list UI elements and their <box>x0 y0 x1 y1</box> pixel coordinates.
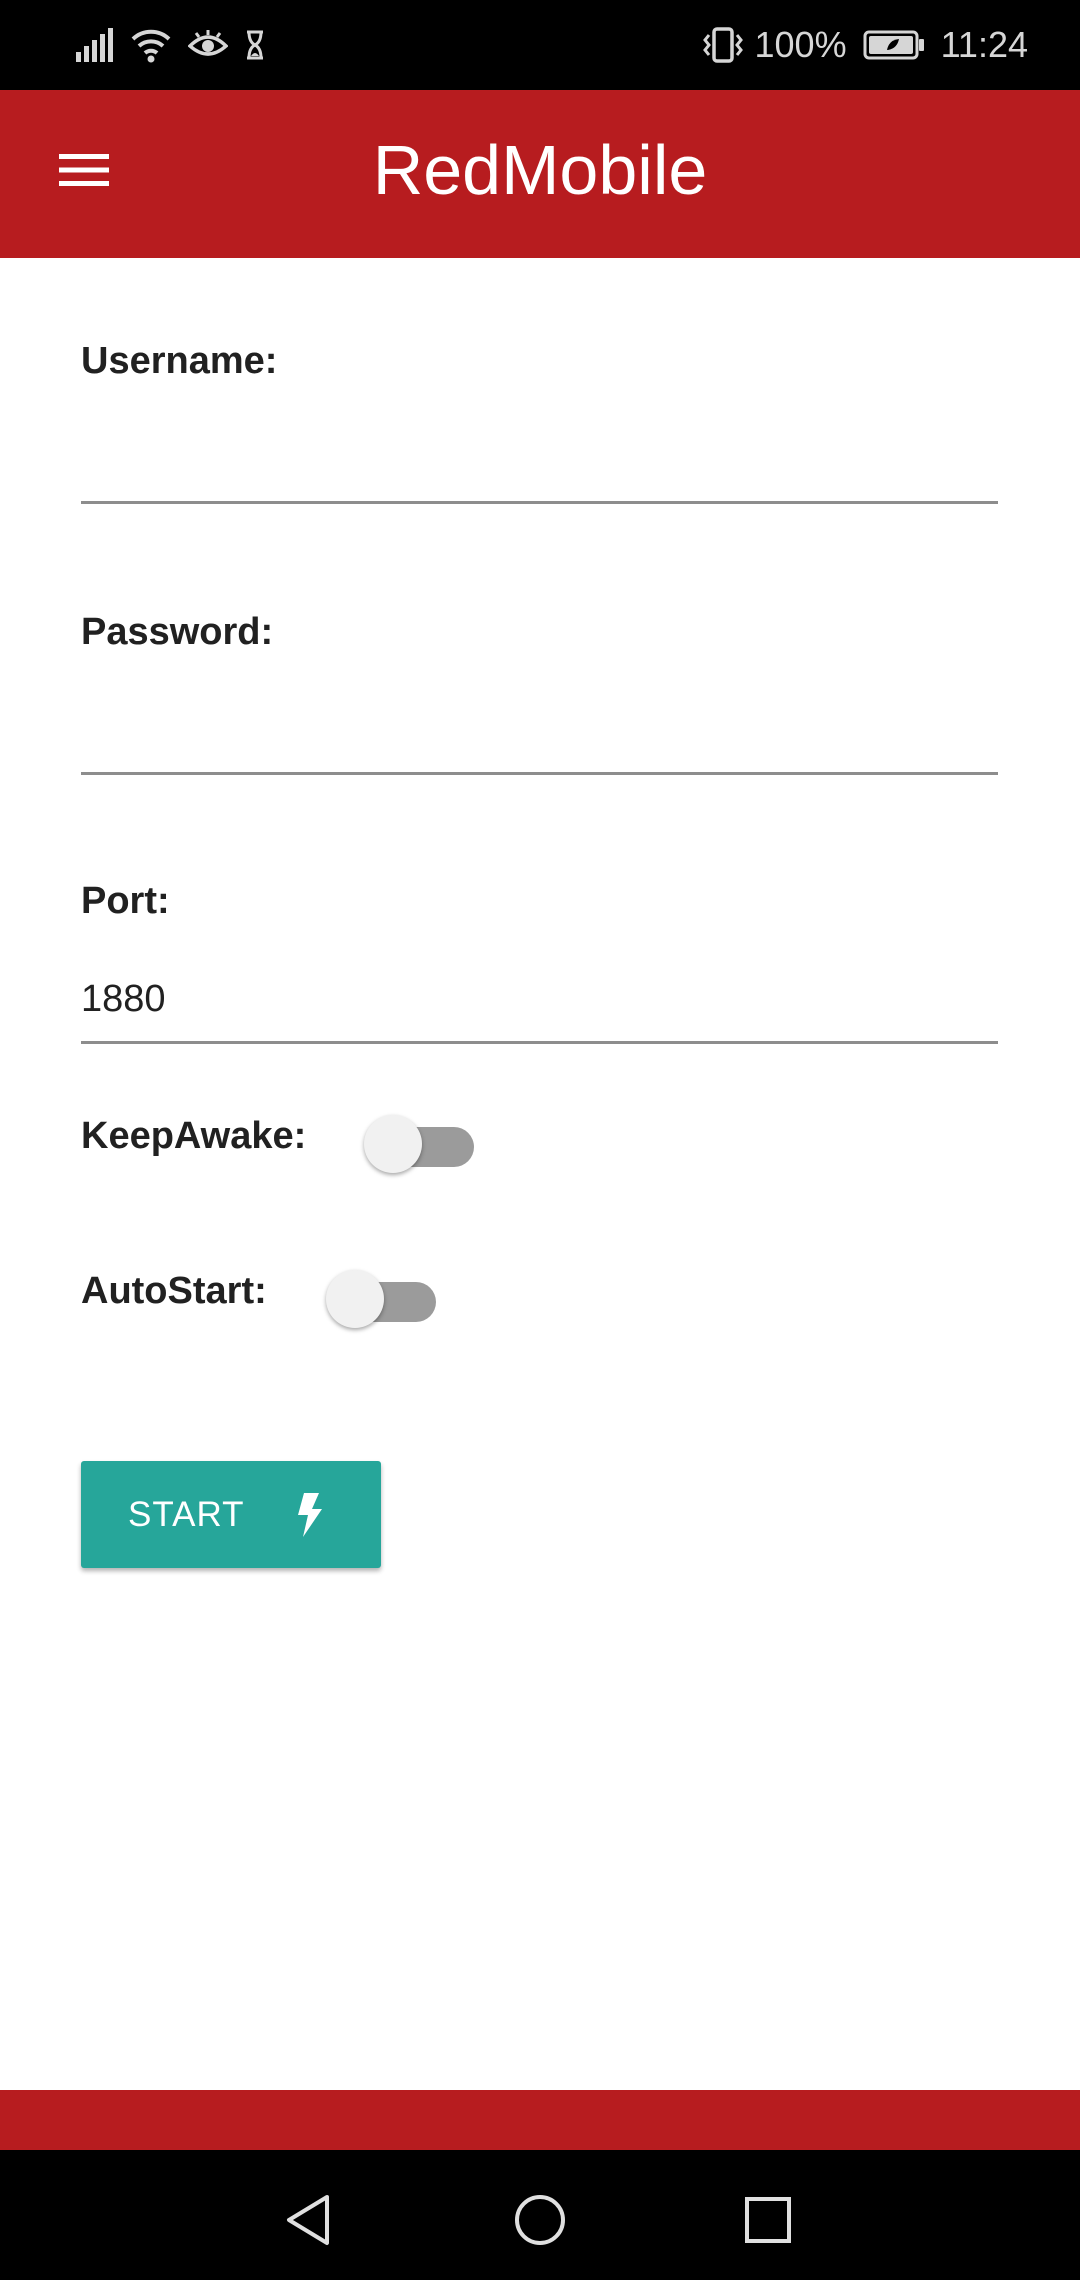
wifi-icon <box>131 29 171 63</box>
keep-awake-label: KeepAwake: <box>81 1115 307 1157</box>
auto-start-toggle[interactable] <box>326 1268 438 1328</box>
home-icon <box>515 2195 565 2245</box>
keep-awake-toggle-thumb <box>364 1115 422 1173</box>
status-bar: 100% 11:24 <box>0 0 1080 90</box>
app-bar: RedMobile <box>0 90 1080 258</box>
signal-icon <box>76 28 113 62</box>
recents-icon <box>745 2197 791 2243</box>
start-button[interactable]: START <box>81 1461 381 1568</box>
auto-start-toggle-thumb <box>326 1270 384 1328</box>
status-icons-left <box>76 22 266 68</box>
username-label: Username: <box>81 340 278 382</box>
home-button[interactable] <box>500 2180 580 2260</box>
bottom-app-bar <box>0 2090 1080 2150</box>
hourglass-icon <box>247 30 263 60</box>
battery-percent: 100% <box>754 24 847 65</box>
bolt-icon <box>298 1493 322 1537</box>
navigation-bar <box>0 2150 1080 2280</box>
recents-button[interactable] <box>728 2180 808 2260</box>
status-icons-right: 100% 11:24 <box>701 22 1028 68</box>
password-input[interactable] <box>81 705 998 775</box>
eye-icon <box>188 30 228 56</box>
back-icon <box>287 2195 329 2245</box>
app-title: RedMobile <box>372 131 708 209</box>
clock: 11:24 <box>940 24 1028 65</box>
username-input[interactable] <box>81 434 998 504</box>
vibrate-icon <box>702 27 743 63</box>
start-button-label: START <box>128 1495 245 1534</box>
keep-awake-toggle[interactable] <box>364 1113 476 1173</box>
auto-start-label: AutoStart: <box>81 1270 267 1312</box>
port-label: Port: <box>81 880 170 922</box>
port-input[interactable] <box>81 968 998 1044</box>
back-button[interactable] <box>268 2180 348 2260</box>
password-label: Password: <box>81 611 274 653</box>
battery-icon <box>863 30 924 60</box>
